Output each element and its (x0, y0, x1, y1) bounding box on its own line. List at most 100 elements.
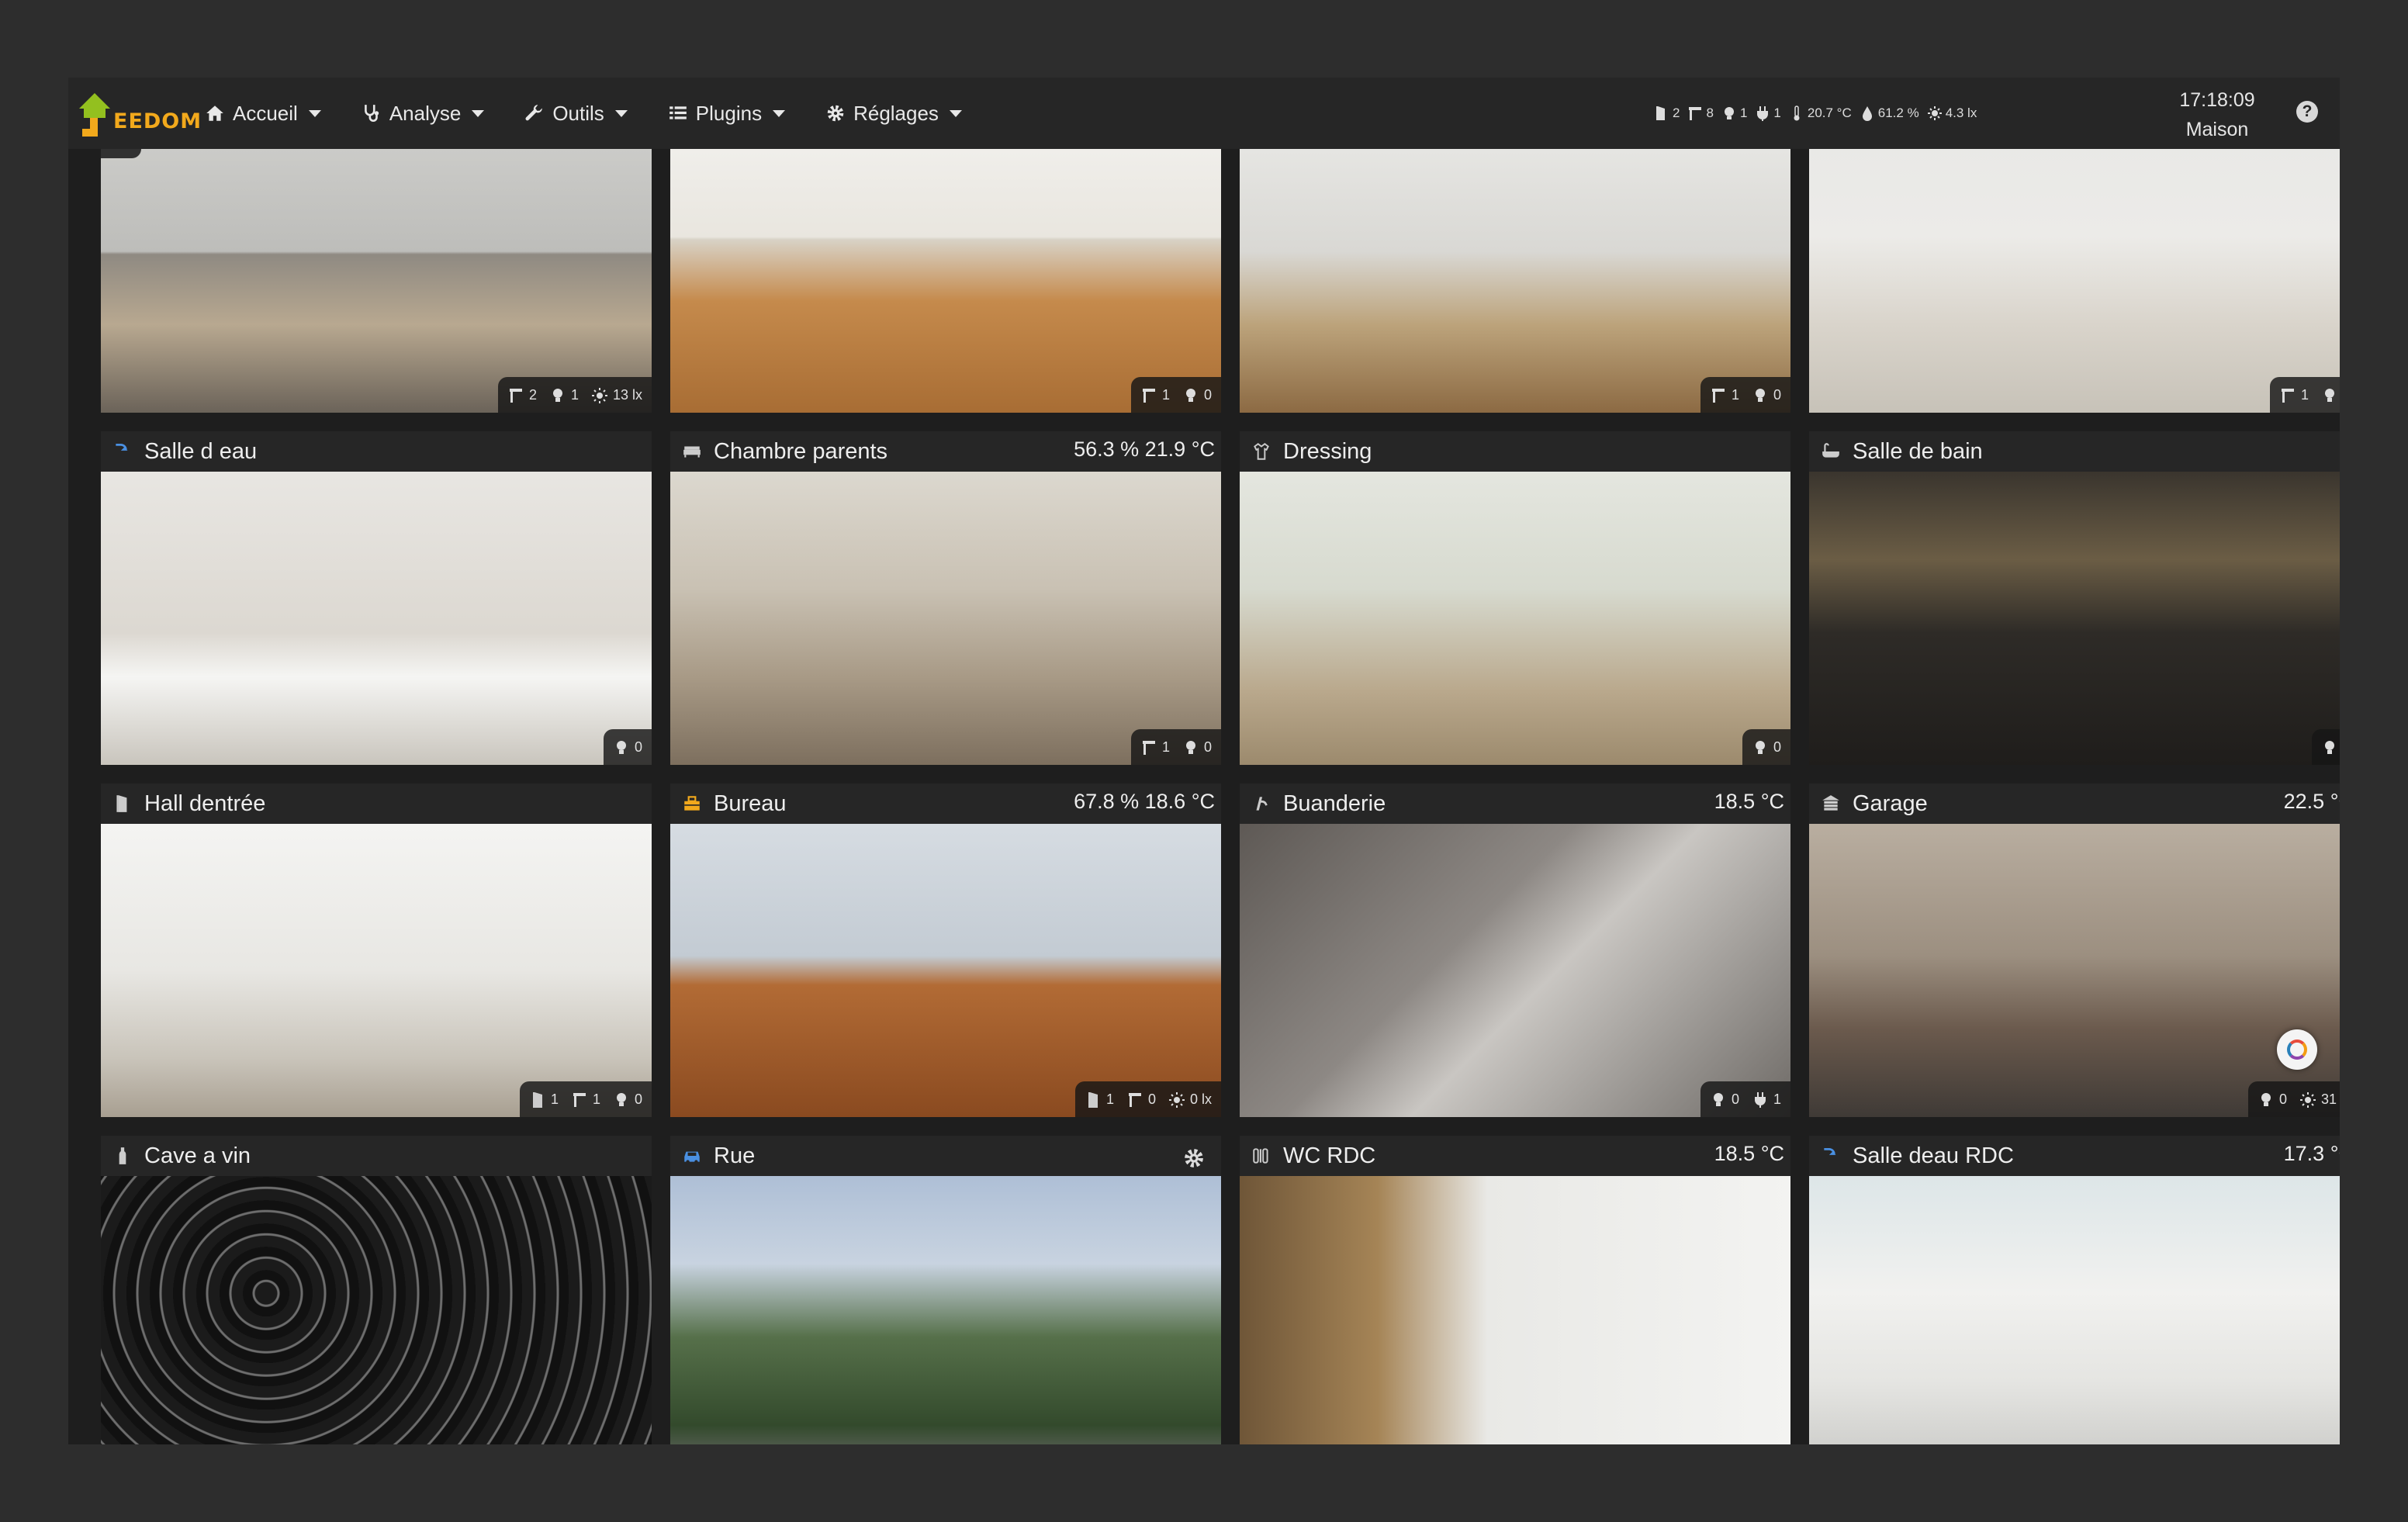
room-name[interactable]: Buanderie (1283, 791, 1386, 817)
room-badge[interactable]: 0 (1182, 738, 1212, 756)
room-tile[interactable]: Salon55.5 % 21.5 °C12113 lx (101, 149, 652, 413)
summary-luminosity[interactable]: 4.3 lx (1927, 105, 1977, 122)
menu-accueil[interactable]: Accueil (205, 102, 321, 126)
assistant-floating-button[interactable] (2277, 1029, 2317, 1070)
room-tile-header[interactable]: Cave a vin (101, 1136, 652, 1176)
room-tile[interactable]: Chambre Alice58.8 % 22.6 °C10 (1240, 149, 1790, 413)
room-badge[interactable]: 1 (1140, 738, 1170, 756)
room-photo[interactable] (1240, 472, 1790, 765)
room-tile[interactable]: Rue (670, 1136, 1221, 1444)
room-badge[interactable]: 0 (1752, 738, 1781, 756)
room-badge[interactable]: 0 (1752, 386, 1781, 404)
room-badge[interactable]: 1 (1140, 386, 1170, 404)
jeedom-logo[interactable]: EEDOM (78, 88, 202, 138)
room-tile[interactable]: Cuisine57.8 % 21.3 °C10 (670, 149, 1221, 413)
room-tile[interactable]: Hall dentrée 1 1 0 (101, 783, 652, 1117)
room-name[interactable]: Cave a vin (144, 1143, 251, 1169)
clock-place[interactable]: Maison (2163, 115, 2271, 144)
room-badge[interactable]: 1 (1710, 386, 1739, 404)
room-photo[interactable] (101, 149, 652, 413)
room-badge[interactable]: 13 lx (591, 386, 642, 404)
summary-lights[interactable]: 1 (1721, 105, 1747, 122)
room-tile[interactable]: Chambre parents 56.3 % 21.9 °C 1 0 (670, 431, 1221, 765)
room-badge[interactable]: 1 (2279, 386, 2309, 404)
menu-outils[interactable]: Outils (524, 102, 628, 126)
room-badge[interactable]: 0 (1126, 1090, 1156, 1109)
room-tile[interactable]: Chambre Pierre62.9 % 20.4 °C10 (1809, 149, 2340, 413)
room-photo[interactable] (1240, 824, 1790, 1117)
room-photo[interactable] (1240, 1176, 1790, 1444)
room-tile-header[interactable]: Bureau 67.8 % 18.6 °C (670, 783, 1221, 824)
room-tile[interactable]: Garage 22.5 °C 0 31 lx (1809, 783, 2340, 1117)
room-badge[interactable]: 1 (1752, 1090, 1781, 1109)
room-photo[interactable] (1809, 1176, 2340, 1444)
room-photo[interactable] (1809, 149, 2340, 413)
room-photo[interactable] (101, 824, 652, 1117)
summary-doors[interactable]: 2 (1654, 105, 1680, 122)
room-tile[interactable]: Dressing 0 (1240, 431, 1790, 765)
room-tile-header[interactable]: Salle d eau (101, 431, 652, 472)
room-badge[interactable]: 1 (529, 1090, 559, 1109)
room-tile-header[interactable]: Dressing (1240, 431, 1790, 472)
room-tile-header[interactable]: Buanderie 18.5 °C (1240, 783, 1790, 824)
room-photo[interactable] (1240, 149, 1790, 413)
room-name[interactable]: Rue (714, 1143, 755, 1169)
room-photo[interactable] (1809, 472, 2340, 765)
room-badge[interactable]: 1 (1085, 1090, 1114, 1109)
room-badge[interactable]: 0 (613, 738, 642, 756)
room-tile[interactable]: Salle d eau 0 (101, 431, 652, 765)
help-icon[interactable]: ? (2296, 101, 2318, 123)
room-badge-value: 2 (528, 386, 537, 403)
menu-plugins[interactable]: Plugins (668, 102, 786, 126)
room-badge[interactable]: 0 (1710, 1090, 1739, 1109)
room-tile-header[interactable]: Salle deau RDC 17.3 °C (1809, 1136, 2340, 1176)
summary-windows[interactable]: 8 (1687, 105, 1714, 122)
room-photo[interactable] (1809, 824, 2340, 1117)
room-name[interactable]: WC RDC (1283, 1143, 1375, 1169)
room-badge[interactable]: 0 (2258, 1090, 2287, 1109)
room-tile[interactable]: Bureau 67.8 % 18.6 °C 1 0 0 lx (670, 783, 1221, 1117)
room-badge-value: 0 (1773, 739, 1781, 755)
room-name[interactable]: Salle d eau (144, 439, 257, 465)
room-tile-header[interactable]: WC RDC 18.5 °C (1240, 1136, 1790, 1176)
room-photo[interactable] (670, 472, 1221, 765)
summary-temperature[interactable]: 20.7 °C (1789, 105, 1852, 122)
room-tile-header[interactable]: Hall dentrée (101, 783, 652, 824)
room-name[interactable]: Bureau (714, 791, 787, 817)
room-photo[interactable] (670, 149, 1221, 413)
room-tile-header[interactable]: Chambre parents 56.3 % 21.9 °C (670, 431, 1221, 472)
room-photo[interactable] (101, 472, 652, 765)
room-name[interactable]: Salle de bain (1853, 439, 1983, 465)
room-badge[interactable]: 0 (2321, 738, 2340, 756)
room-tile[interactable]: WC RDC 18.5 °C (1240, 1136, 1790, 1444)
motion-badge[interactable]: 1 (101, 149, 142, 158)
menu-analyse[interactable]: Analyse (362, 102, 485, 126)
room-badge[interactable]: 0 (613, 1090, 642, 1109)
room-photo[interactable] (670, 824, 1221, 1117)
room-photo[interactable] (101, 1176, 652, 1444)
room-photo[interactable] (670, 1176, 1221, 1444)
room-badge[interactable]: 31 lx (2299, 1090, 2340, 1109)
room-name[interactable]: Salle deau RDC (1853, 1143, 2014, 1169)
summary-humidity[interactable]: 61.2 % (1860, 105, 1919, 122)
room-badge[interactable]: 0 (2321, 386, 2340, 404)
room-tile-header[interactable]: Garage 22.5 °C (1809, 783, 2340, 824)
room-tile[interactable]: Buanderie 18.5 °C 0 1 (1240, 783, 1790, 1117)
room-tile[interactable]: Salle de bain 0 (1809, 431, 2340, 765)
room-name[interactable]: Chambre parents (714, 439, 887, 465)
room-tile-header[interactable]: Rue (670, 1136, 1221, 1176)
room-badge[interactable]: 1 (571, 1090, 600, 1109)
room-name[interactable]: Hall dentrée (144, 791, 265, 817)
cog-icon[interactable] (1182, 1147, 1206, 1170)
menu-reglages[interactable]: Réglages (825, 102, 962, 126)
room-name[interactable]: Dressing (1283, 439, 1372, 465)
room-badge[interactable]: 2 (507, 386, 537, 404)
room-tile[interactable]: Cave a vin (101, 1136, 652, 1444)
summary-plugs[interactable]: 1 (1755, 105, 1781, 122)
room-tile[interactable]: Salle deau RDC 17.3 °C (1809, 1136, 2340, 1444)
room-tile-header[interactable]: Salle de bain (1809, 431, 2340, 472)
room-badge[interactable]: 0 (1182, 386, 1212, 404)
room-badge[interactable]: 1 (549, 386, 579, 404)
room-name[interactable]: Garage (1853, 791, 1928, 817)
room-badge[interactable]: 0 lx (1168, 1090, 1212, 1109)
